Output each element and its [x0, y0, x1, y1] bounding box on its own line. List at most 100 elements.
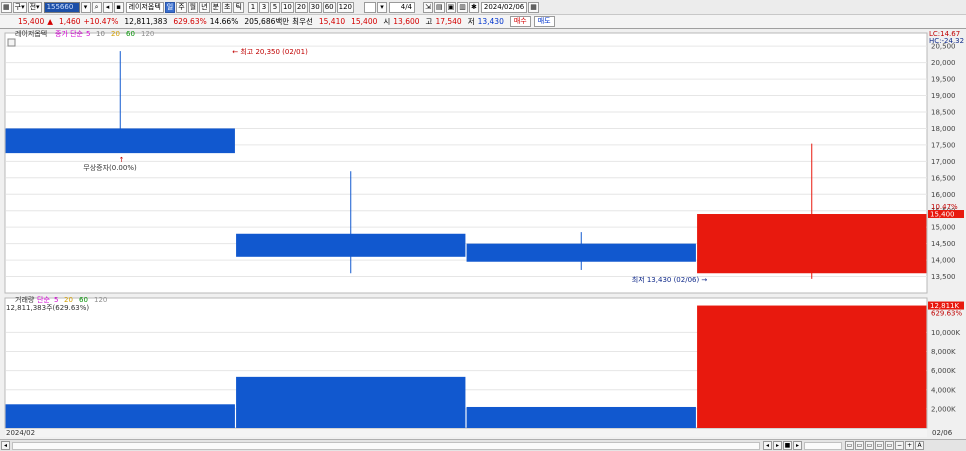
- type-select-label: 전: [29, 2, 37, 11]
- play-icon[interactable]: ▸: [793, 441, 802, 450]
- volume-legend-ma-period: 20: [64, 296, 73, 304]
- period-second[interactable]: 초: [222, 1, 233, 13]
- search-icon[interactable]: ⌕: [91, 1, 102, 13]
- price-tick-label: 16,500: [931, 174, 956, 182]
- zoom-in-icon[interactable]: +: [905, 441, 914, 450]
- interval-1[interactable]: 1: [247, 1, 258, 13]
- candlestick-chart[interactable]: 13,50014,00014,50015,00015,50016,00016,5…: [3, 30, 966, 439]
- turnover: 14.66%: [209, 17, 239, 26]
- price-tick-label: 15,000: [931, 224, 956, 232]
- volume-legend-ma-prefix: 단순: [37, 295, 50, 304]
- volume-bar: [466, 406, 696, 428]
- open-label: 시: [383, 17, 391, 26]
- volume-legend-title: 거래량: [15, 295, 35, 304]
- period-year[interactable]: 년: [199, 1, 210, 13]
- volume-legend-ma-period: 60: [79, 296, 88, 304]
- scroll-right-icon[interactable]: ▸: [773, 441, 782, 450]
- high-annotation: ← 최고 20,350 (02/01): [232, 47, 308, 56]
- volume-bar: [697, 305, 927, 428]
- price-legend-ma-period: 60: [126, 30, 135, 38]
- interval-5[interactable]: 5: [269, 1, 280, 13]
- stock-name: 레이저옵텍: [125, 1, 164, 13]
- interval-10[interactable]: 10: [280, 1, 294, 13]
- volume-tick-label: 4,000K: [931, 386, 956, 394]
- low-label: 저: [467, 17, 475, 26]
- period-week[interactable]: 주: [176, 1, 187, 13]
- zoom-icon[interactable]: ⇲: [423, 1, 433, 13]
- price-legend-ma-period: 5: [86, 30, 90, 38]
- period-minute[interactable]: 분: [210, 1, 222, 13]
- lock-icon[interactable]: ▪: [113, 1, 124, 13]
- chart-area: 13,50014,00014,50015,00015,50016,00016,5…: [3, 30, 966, 439]
- price-legend-ma-period: 20: [111, 30, 120, 38]
- period-month[interactable]: 월: [187, 1, 199, 13]
- scroll-track[interactable]: [12, 441, 760, 450]
- up-arrow-icon: ▲: [47, 17, 54, 26]
- event-arrow-icon: ↑: [119, 156, 125, 164]
- stock-code-input[interactable]: 155660: [43, 1, 80, 13]
- volume-value-label: 12,811,383주(629.63%): [6, 304, 89, 312]
- zoom-slider[interactable]: [804, 441, 842, 450]
- view-select[interactable]: 구▾: [12, 1, 27, 13]
- current-price-label: 15,400: [930, 211, 955, 219]
- custom-interval-dropdown-icon[interactable]: ▾: [377, 1, 387, 13]
- price-tick-label: 17,500: [931, 141, 956, 149]
- save-icon[interactable]: ▣: [445, 1, 457, 13]
- layout-icon[interactable]: ▭: [855, 441, 864, 450]
- gear-icon[interactable]: ✱: [468, 1, 479, 13]
- sell-button[interactable]: 매도: [533, 16, 555, 27]
- price-tick-label: 14,000: [931, 257, 956, 265]
- x-start-label: 2024/02: [6, 429, 35, 437]
- split-icon[interactable]: ▭: [845, 441, 854, 450]
- type-select[interactable]: 전▾: [27, 1, 42, 13]
- scroll-left-icon[interactable]: ◂: [1, 441, 10, 450]
- font-size-icon[interactable]: A: [915, 441, 924, 450]
- price-tick-label: 19,000: [931, 92, 956, 100]
- code-dropdown-icon[interactable]: ▾: [80, 1, 91, 13]
- period-day[interactable]: 일: [164, 1, 176, 13]
- price-tick-label: 16,000: [931, 191, 956, 199]
- price-tick-label: 13,500: [931, 273, 956, 281]
- interval-120[interactable]: 120: [336, 1, 354, 13]
- calendar-icon[interactable]: ▦: [528, 1, 539, 13]
- date-input[interactable]: 2024/02/06: [480, 1, 528, 13]
- current-pct-label: 10.47%: [931, 203, 958, 211]
- print-icon[interactable]: ▥: [457, 1, 468, 13]
- interval-30[interactable]: 30: [308, 1, 322, 13]
- speaker-icon[interactable]: ◂: [102, 1, 113, 13]
- page-input[interactable]: 4/4: [389, 1, 415, 13]
- interval-20[interactable]: 20: [294, 1, 308, 13]
- price-change: 1,460: [59, 17, 81, 26]
- volume-bar: [5, 404, 235, 428]
- custom-interval-input[interactable]: [364, 1, 376, 13]
- candle-body: [697, 214, 927, 274]
- interval-60[interactable]: 60: [322, 1, 336, 13]
- chart-scrollbar: ◂ ◂ ▸ ■ ▸ ▭ ▭ ▭ ▭ ▭ − + A: [0, 439, 966, 451]
- grid-icon[interactable]: ▦: [1, 1, 12, 13]
- window-icon[interactable]: ▭: [875, 441, 884, 450]
- scroll-end-left-icon[interactable]: ◂: [763, 441, 772, 450]
- ask-price: 15,400: [351, 17, 378, 26]
- interval-3[interactable]: 3: [258, 1, 269, 13]
- fit-icon[interactable]: ▭: [865, 441, 874, 450]
- buy-button[interactable]: 매수: [509, 16, 531, 27]
- table-icon[interactable]: ▤: [434, 1, 445, 13]
- bid-price: 15,410: [318, 17, 346, 26]
- high-label: 고: [425, 17, 433, 26]
- volume: 12,811,383: [124, 17, 168, 26]
- price-change-pct: +10.47%: [83, 17, 119, 26]
- period-tick[interactable]: 틱: [233, 1, 244, 13]
- stop-icon[interactable]: ■: [783, 441, 792, 450]
- open-price: 13,600: [393, 17, 420, 26]
- candle-body: [236, 233, 466, 257]
- price-tick-label: 20,000: [931, 59, 956, 67]
- zoom-out-icon[interactable]: −: [895, 441, 904, 450]
- volume-bar: [236, 376, 466, 428]
- volume-tick-label: 8,000K: [931, 348, 956, 356]
- trade-amount: 205,686백만: [244, 17, 290, 26]
- low-price: 13,430: [477, 17, 504, 26]
- volume-pct: 629.63%: [173, 17, 207, 26]
- x-end-label: 02/06: [932, 429, 953, 437]
- event-annotation: 무상증자(0.00%): [83, 163, 137, 172]
- expand-icon[interactable]: ▭: [885, 441, 894, 450]
